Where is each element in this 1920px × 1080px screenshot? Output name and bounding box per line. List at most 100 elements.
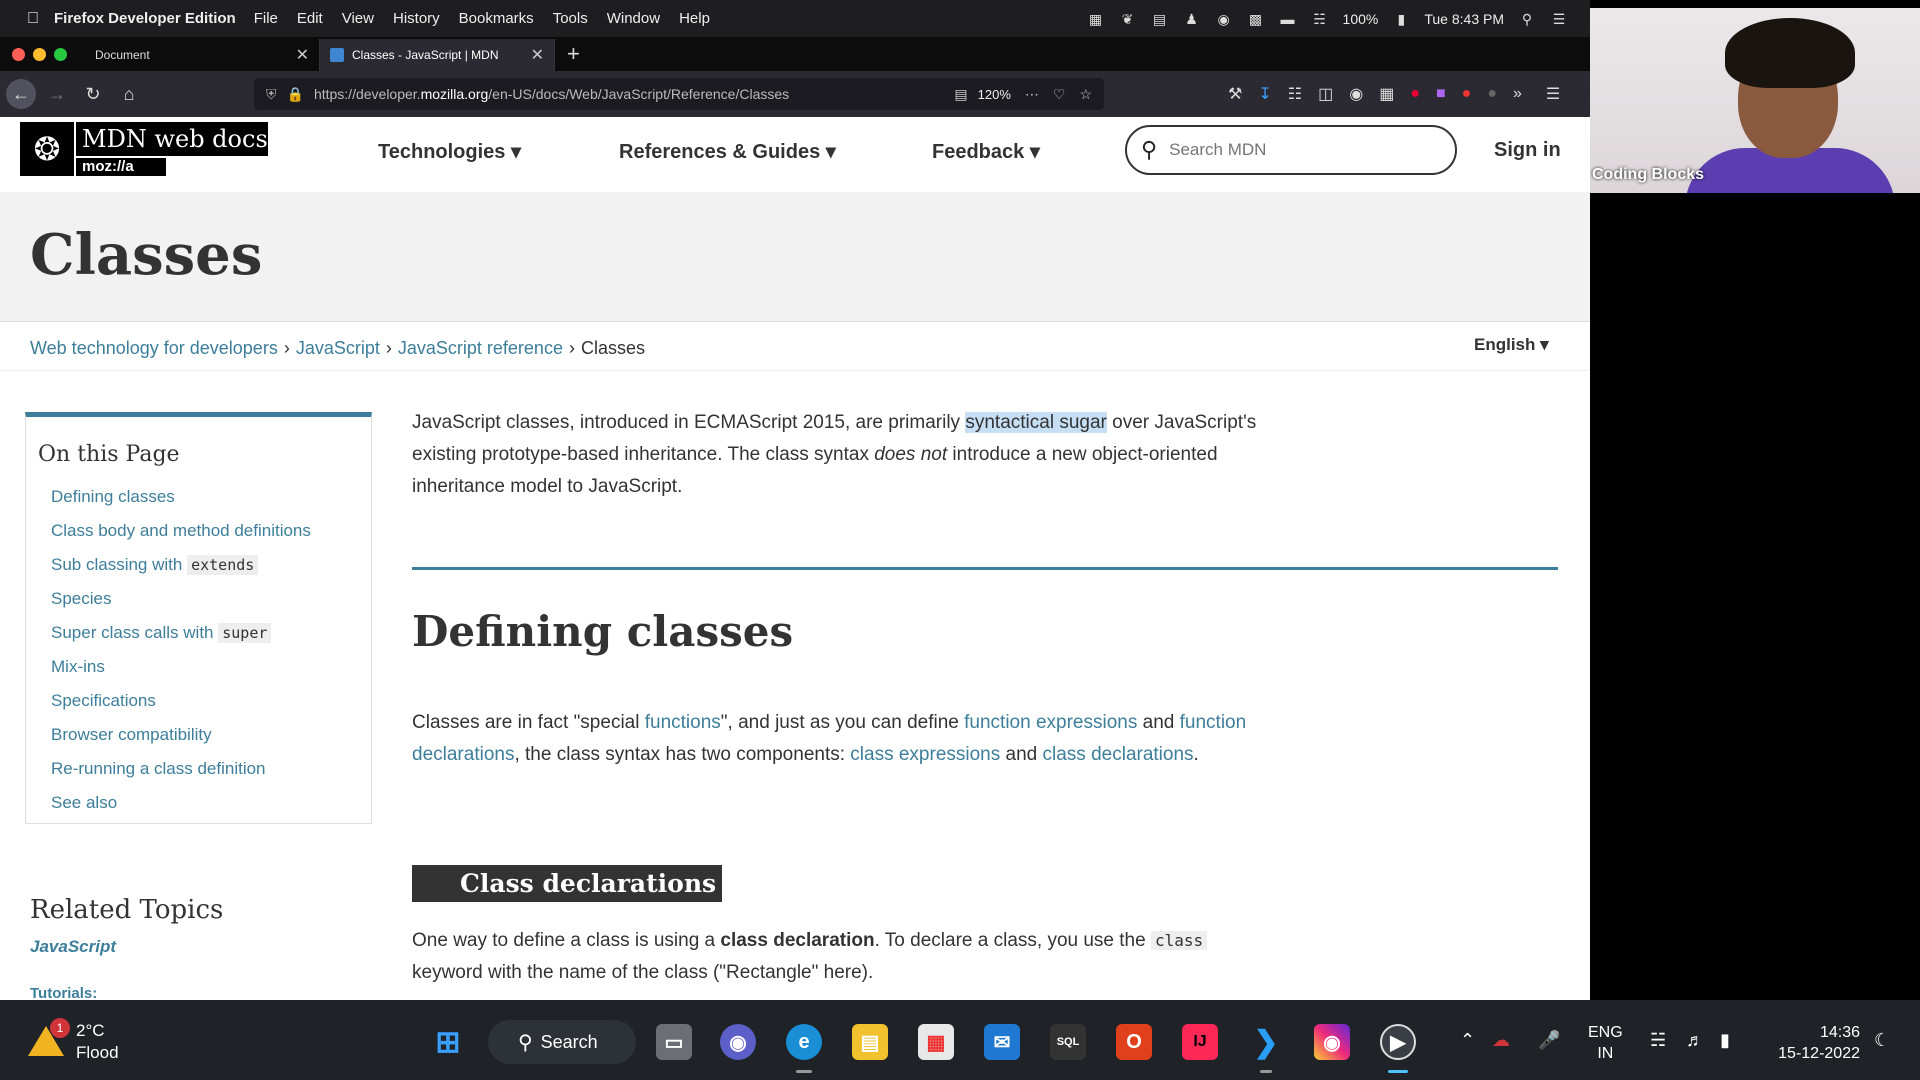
tab-classes-mdn[interactable]: Classes - JavaScript | MDN ✕ bbox=[320, 39, 555, 71]
control-center-icon[interactable]: ▩ bbox=[1247, 11, 1265, 27]
edge-icon[interactable]: e bbox=[786, 1024, 822, 1060]
media-player-icon[interactable]: ▶ bbox=[1380, 1024, 1416, 1060]
extension-red-icon[interactable]: ● bbox=[1410, 85, 1420, 103]
extension-grid-icon[interactable]: ▦ bbox=[1379, 84, 1394, 104]
notification-center-icon[interactable]: ☰ bbox=[1550, 11, 1568, 27]
nav-feedback[interactable]: Feedback ▾ bbox=[932, 139, 1040, 164]
nav-technologies[interactable]: Technologies ▾ bbox=[378, 139, 521, 164]
instagram-icon[interactable]: ◉ bbox=[1314, 1024, 1350, 1060]
sidebar-icon[interactable]: ◫ bbox=[1318, 84, 1333, 104]
display-icon[interactable]: ▦ bbox=[1087, 11, 1105, 27]
vscode-icon[interactable]: ❯ bbox=[1248, 1024, 1284, 1060]
taskbar-search[interactable]: ⚲ Search bbox=[488, 1020, 636, 1064]
bookmark-star-icon[interactable]: ☆ bbox=[1079, 86, 1092, 103]
download-icon[interactable]: ↧ bbox=[1258, 84, 1271, 104]
task-view-icon[interactable]: ▭ bbox=[656, 1024, 692, 1060]
leaf-icon[interactable]: ❦ bbox=[1119, 11, 1137, 27]
reload-icon[interactable]: ↻ bbox=[78, 79, 108, 109]
tab-document[interactable]: Document ✕ bbox=[85, 39, 320, 71]
menu-help[interactable]: Help bbox=[679, 10, 710, 27]
menu-edit[interactable]: Edit bbox=[297, 10, 323, 27]
tutorials-link[interactable]: Tutorials: bbox=[30, 985, 97, 1000]
extension-purple-icon[interactable]: ■ bbox=[1436, 85, 1446, 103]
search-box[interactable]: ⚲ bbox=[1125, 125, 1457, 175]
library-icon[interactable]: ☷ bbox=[1288, 84, 1302, 104]
moon-icon[interactable]: ☾ bbox=[1874, 1030, 1890, 1051]
hamburger-menu-icon[interactable]: ☰ bbox=[1546, 84, 1560, 104]
menu-file[interactable]: File bbox=[254, 10, 278, 27]
wifi-icon[interactable]: ☵ bbox=[1311, 11, 1329, 27]
close-tab-icon[interactable]: ✕ bbox=[531, 45, 544, 65]
clipboard-icon[interactable]: ▤ bbox=[1151, 11, 1169, 27]
zoom-window-button[interactable] bbox=[54, 47, 67, 61]
nav-references-guides[interactable]: References & Guides ▾ bbox=[619, 139, 836, 164]
sign-in-link[interactable]: Sign in bbox=[1494, 139, 1561, 162]
extension-grey-icon[interactable]: ● bbox=[1487, 85, 1497, 103]
minimize-window-button[interactable] bbox=[33, 47, 46, 61]
toc-item-defining-classes[interactable]: Defining classes bbox=[51, 485, 371, 519]
toc-item-class-body[interactable]: Class body and method definitions bbox=[51, 519, 371, 553]
weather-widget[interactable]: 1 2°C Flood bbox=[28, 1018, 119, 1064]
record-icon[interactable]: ◉ bbox=[1215, 11, 1233, 27]
close-window-button[interactable] bbox=[12, 47, 25, 61]
url-bar[interactable]: ⛨ 🔒 https://developer.mozilla.org/en-US/… bbox=[254, 78, 1104, 110]
mysql-workbench-icon[interactable]: SQL bbox=[1050, 1024, 1086, 1060]
menu-window[interactable]: Window bbox=[607, 10, 660, 27]
battery-icon[interactable]: ▮ bbox=[1720, 1030, 1730, 1051]
person-icon[interactable]: ♟ bbox=[1183, 11, 1201, 27]
class-declarations-link[interactable]: class declarations bbox=[1043, 744, 1194, 765]
functions-link[interactable]: functions bbox=[645, 712, 721, 733]
extension-one-icon[interactable]: ◉ bbox=[1349, 84, 1363, 104]
menu-bookmarks[interactable]: Bookmarks bbox=[459, 10, 534, 27]
spotlight-icon[interactable]: ⚲ bbox=[1518, 11, 1536, 27]
pocket-icon[interactable]: ♡ bbox=[1053, 86, 1066, 103]
toc-item-species[interactable]: Species bbox=[51, 587, 371, 621]
related-javascript-link[interactable]: JavaScript bbox=[30, 937, 116, 957]
class-expressions-link[interactable]: class expressions bbox=[850, 744, 1000, 765]
file-explorer-icon[interactable]: ▤ bbox=[852, 1024, 888, 1060]
toc-item-rerunning[interactable]: Re-running a class definition bbox=[51, 757, 371, 791]
overflow-chevron-icon[interactable]: » bbox=[1513, 85, 1522, 103]
microsoft-store-icon[interactable]: ▦ bbox=[918, 1024, 954, 1060]
breadcrumb-link[interactable]: Web technology for developers bbox=[30, 338, 278, 358]
chevron-up-icon[interactable]: ⌃ bbox=[1460, 1030, 1475, 1051]
keyboard-icon[interactable]: ▬ bbox=[1279, 11, 1297, 27]
language-selector[interactable]: English ▾ bbox=[1474, 335, 1549, 355]
selected-text[interactable]: syntactical sugar bbox=[965, 412, 1107, 433]
zoom-level[interactable]: 120% bbox=[978, 87, 1011, 102]
breadcrumb-link[interactable]: JavaScript bbox=[296, 338, 380, 358]
lock-icon[interactable]: 🔒 bbox=[287, 86, 304, 103]
menu-view[interactable]: View bbox=[342, 10, 374, 27]
microphone-icon[interactable]: 🎤 bbox=[1538, 1030, 1560, 1051]
volume-icon[interactable]: ♬ bbox=[1686, 1030, 1704, 1051]
back-arrow-icon[interactable]: ← bbox=[6, 79, 36, 109]
menu-tools[interactable]: Tools bbox=[553, 10, 588, 27]
toc-item-specifications[interactable]: Specifications bbox=[51, 689, 371, 723]
reader-view-icon[interactable]: ▤ bbox=[954, 86, 967, 103]
language-indicator[interactable]: ENG IN bbox=[1588, 1022, 1623, 1064]
breadcrumb-link[interactable]: JavaScript reference bbox=[398, 338, 563, 358]
menu-clock[interactable]: Tue 8:43 PM bbox=[1424, 11, 1504, 27]
intellij-icon[interactable]: IJ bbox=[1182, 1024, 1218, 1060]
mdn-logo[interactable]: ❂ MDN web docs moz://a bbox=[20, 122, 268, 176]
toc-item-sub-classing[interactable]: Sub classing with extends bbox=[51, 553, 371, 587]
menu-history[interactable]: History bbox=[393, 10, 440, 27]
office-icon[interactable]: O bbox=[1116, 1024, 1152, 1060]
battery-icon[interactable]: ▮ bbox=[1392, 11, 1410, 27]
url-text[interactable]: https://developer.mozilla.org/en-US/docs… bbox=[314, 86, 940, 102]
app-menu-name[interactable]: Firefox Developer Edition bbox=[54, 10, 236, 27]
apple-icon[interactable]:  bbox=[22, 10, 44, 28]
forward-arrow-icon[interactable]: → bbox=[42, 79, 72, 109]
toc-item-see-also[interactable]: See also bbox=[51, 791, 371, 825]
search-input[interactable] bbox=[1169, 140, 1430, 160]
wifi-icon[interactable]: ☵ bbox=[1650, 1030, 1666, 1051]
start-icon[interactable]: ⊞ bbox=[430, 1024, 466, 1060]
mail-icon[interactable]: ✉ bbox=[984, 1024, 1020, 1060]
new-tab-icon[interactable]: + bbox=[567, 41, 580, 67]
close-tab-icon[interactable]: ✕ bbox=[296, 45, 309, 65]
teams-chat-icon[interactable]: ◉ bbox=[720, 1024, 756, 1060]
wrench-icon[interactable]: ⚒ bbox=[1228, 84, 1242, 104]
onedrive-icon[interactable]: ☁ bbox=[1492, 1030, 1510, 1051]
toc-item-mixins[interactable]: Mix-ins bbox=[51, 655, 371, 689]
toc-item-super-calls[interactable]: Super class calls with super bbox=[51, 621, 371, 655]
